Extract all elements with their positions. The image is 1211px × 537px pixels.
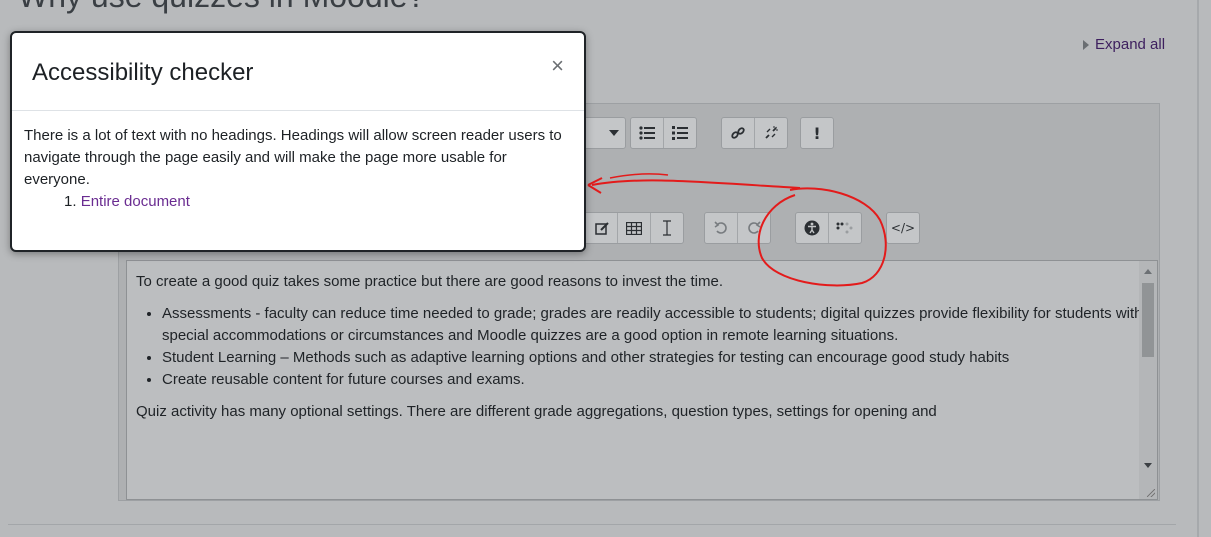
issue-list: 1. Entire document bbox=[24, 191, 572, 213]
scroll-down-icon[interactable] bbox=[1144, 463, 1152, 468]
braille-icon bbox=[836, 222, 853, 234]
dialog-header: Accessibility checker × bbox=[12, 33, 584, 111]
link-button[interactable] bbox=[722, 118, 755, 148]
unlink-button[interactable] bbox=[755, 118, 787, 148]
chevron-down-icon bbox=[609, 130, 619, 136]
toolbar-group-html: </> bbox=[886, 212, 920, 244]
unlink-icon bbox=[765, 126, 778, 139]
undo-button[interactable] bbox=[705, 213, 738, 243]
list-item: Assessments - faculty can reduce time ne… bbox=[162, 303, 1143, 347]
caret-right-icon bbox=[1083, 39, 1089, 50]
redo-button[interactable] bbox=[738, 213, 770, 243]
toolbar-group-accessibility bbox=[795, 212, 862, 244]
accessibility-icon bbox=[804, 220, 820, 236]
bullet-list: Assessments - faculty can reduce time ne… bbox=[136, 303, 1143, 391]
section-divider bbox=[8, 524, 1176, 525]
text-cursor-icon bbox=[663, 220, 671, 236]
toolbar-group-links bbox=[721, 117, 788, 149]
link-icon bbox=[731, 127, 745, 139]
list-item: Student Learning – Methods such as adapt… bbox=[162, 347, 1143, 369]
dialog-body: There is a lot of text with no headings.… bbox=[12, 111, 584, 213]
exclamation-icon: ! bbox=[813, 123, 821, 143]
clear-formatting-button[interactable] bbox=[651, 213, 683, 243]
accessibility-checker-dialog: Accessibility checker × There is a lot o… bbox=[10, 31, 586, 252]
page-title: Why use quizzes in Moodle? bbox=[18, 0, 425, 15]
resize-grip-icon[interactable] bbox=[1147, 489, 1155, 497]
table-icon bbox=[626, 221, 642, 235]
right-rail bbox=[1197, 0, 1199, 537]
toolbar-group-history bbox=[704, 212, 771, 244]
scroll-thumb[interactable] bbox=[1142, 283, 1154, 357]
bullet-list-icon bbox=[639, 126, 655, 140]
toolbar-group-special: ! bbox=[800, 117, 834, 149]
code-icon: </> bbox=[890, 221, 916, 235]
issue-link[interactable]: Entire document bbox=[81, 193, 190, 210]
redo-icon bbox=[748, 221, 761, 234]
expand-all-link[interactable]: Expand all bbox=[1083, 36, 1165, 53]
undo-icon bbox=[714, 221, 727, 234]
issue-number: 1. bbox=[64, 193, 77, 210]
scroll-up-icon[interactable] bbox=[1144, 269, 1152, 274]
editor-content[interactable]: To create a good quiz takes some practic… bbox=[126, 260, 1158, 500]
toolbar-group-lists bbox=[630, 117, 697, 149]
expand-all-label: Expand all bbox=[1095, 36, 1166, 53]
intro-paragraph: To create a good quiz takes some practic… bbox=[136, 273, 723, 290]
special-character-button[interactable]: ! bbox=[801, 118, 833, 148]
dialog-title: Accessibility checker bbox=[32, 59, 254, 86]
bullet-list-button[interactable] bbox=[631, 118, 664, 148]
html-source-button[interactable]: </> bbox=[887, 213, 919, 243]
close-icon[interactable]: × bbox=[551, 53, 564, 79]
numbered-list-button[interactable] bbox=[664, 118, 696, 148]
numbered-list-icon bbox=[672, 126, 688, 140]
list-item: Create reusable content for future cours… bbox=[162, 369, 1143, 391]
table-button[interactable] bbox=[618, 213, 651, 243]
dialog-message: There is a lot of text with no headings.… bbox=[24, 127, 562, 188]
accessibility-checker-button[interactable] bbox=[796, 213, 829, 243]
vertical-scrollbar[interactable] bbox=[1139, 261, 1157, 499]
edit-image-icon bbox=[595, 222, 609, 235]
trailing-paragraph: Quiz activity has many optional settings… bbox=[136, 403, 937, 420]
screenreader-helper-button[interactable] bbox=[829, 213, 861, 243]
